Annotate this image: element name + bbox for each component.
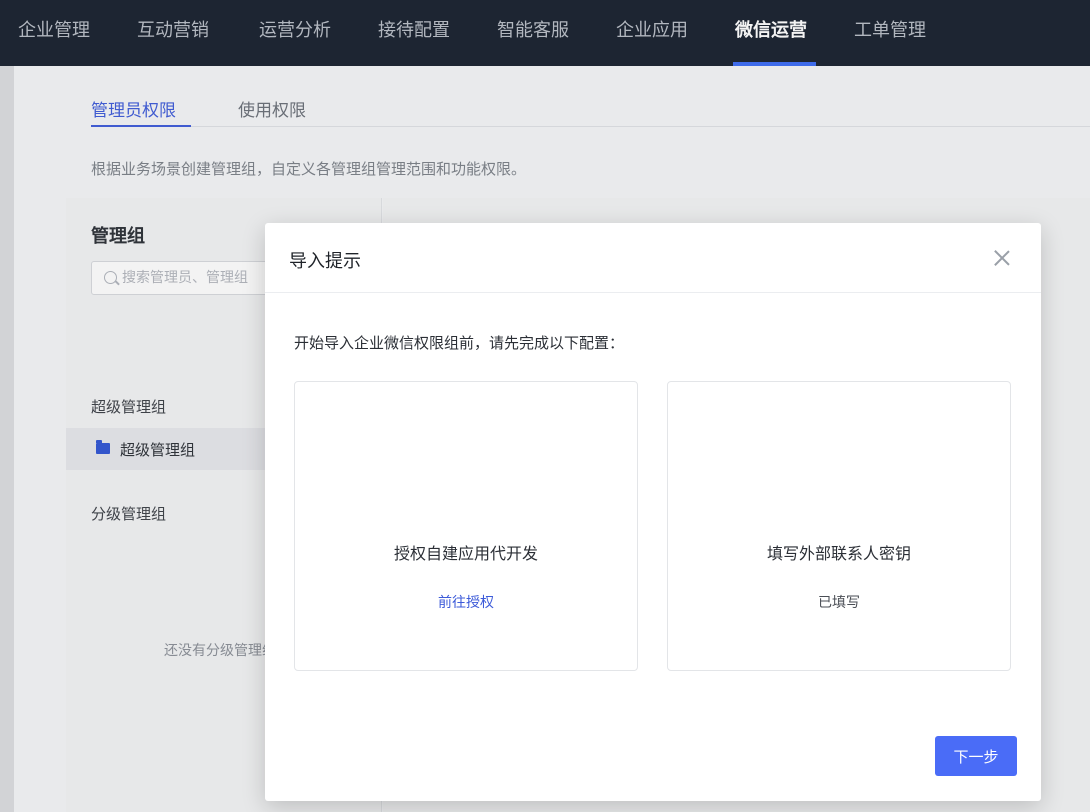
next-step-button[interactable]: 下一步 bbox=[935, 736, 1017, 776]
go-authorize-link[interactable]: 前往授权 bbox=[295, 592, 637, 612]
dialog-intro: 开始导入企业微信权限组前，请先完成以下配置： bbox=[294, 334, 625, 352]
dialog-header: 导入提示 bbox=[265, 223, 1041, 293]
card-title: 授权自建应用代开发 bbox=[393, 544, 538, 563]
card-title: 填写外部联系人密钥 bbox=[766, 544, 911, 563]
import-tip-dialog: 导入提示 开始导入企业微信权限组前，请先完成以下配置： 授权自建应用代开发 前往… bbox=[265, 223, 1041, 801]
config-card-contact-secret: 填写外部联系人密钥 已填写 bbox=[667, 381, 1011, 671]
close-icon[interactable] bbox=[993, 249, 1011, 267]
config-card-authorize-app: 授权自建应用代开发 前往授权 bbox=[294, 381, 638, 671]
dialog-title: 导入提示 bbox=[289, 251, 361, 272]
filled-status: 已填写 bbox=[818, 595, 860, 611]
